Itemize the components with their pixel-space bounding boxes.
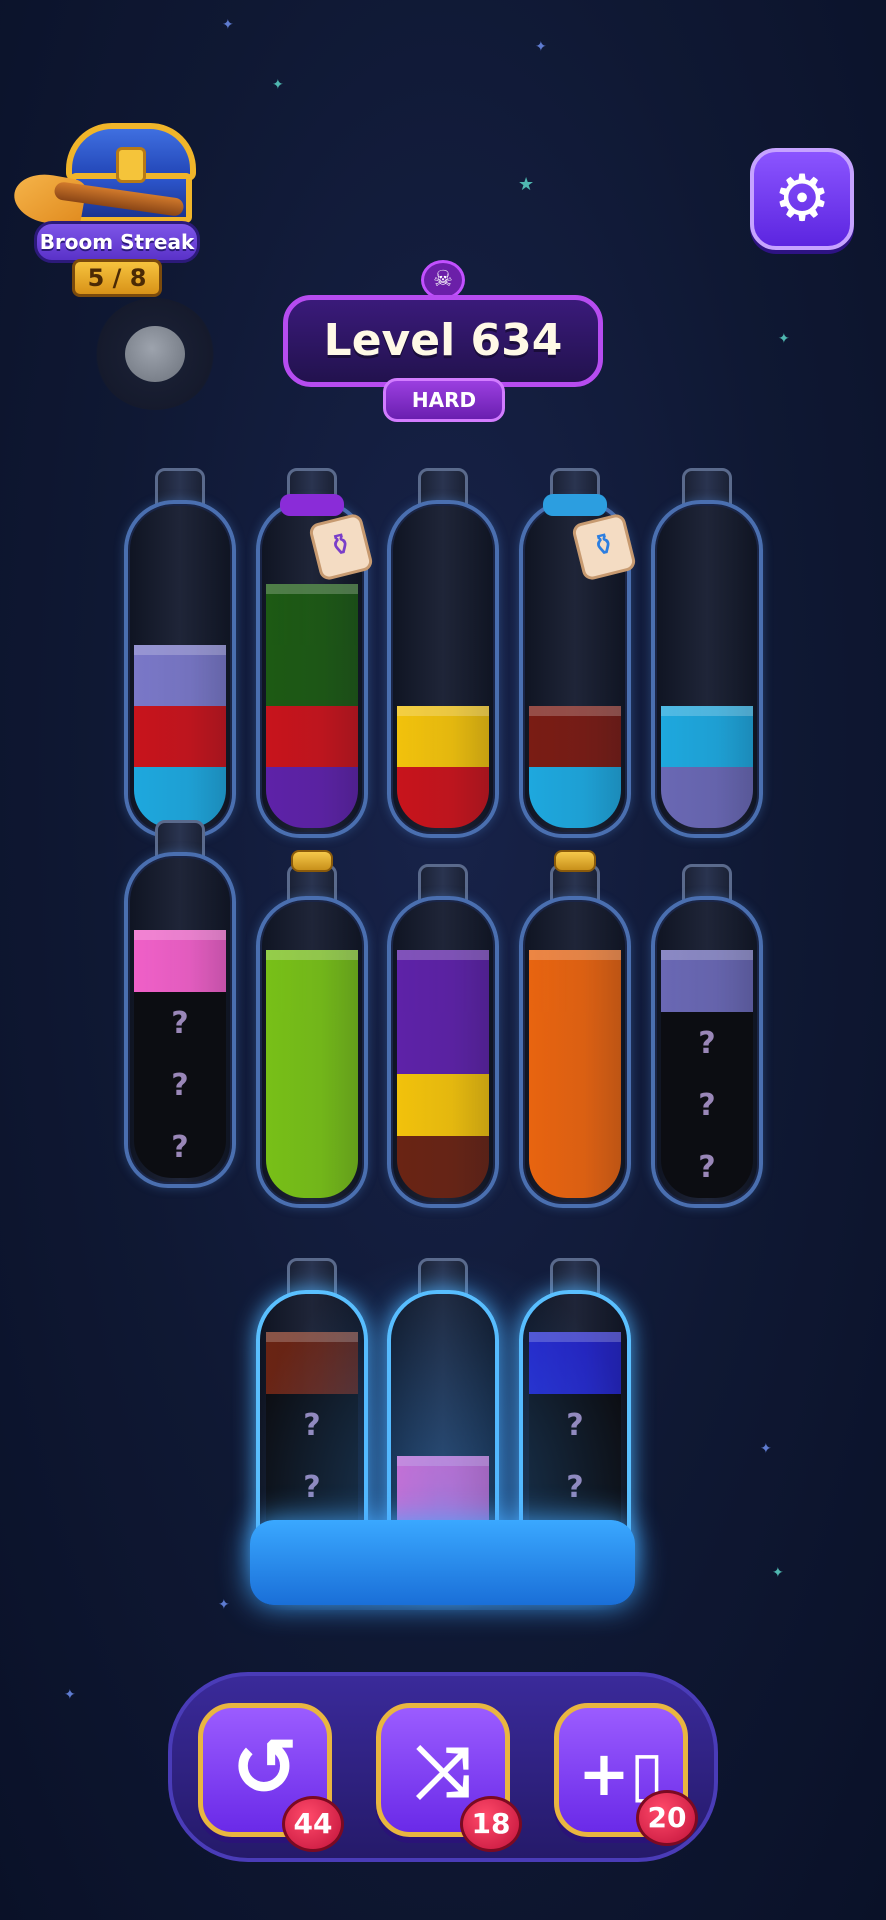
- liquid-layer: [661, 950, 753, 1012]
- liquid-layer: [266, 1136, 358, 1198]
- tube-body: [387, 500, 499, 838]
- tube-body: [124, 500, 236, 838]
- tube[interactable]: [256, 850, 368, 1208]
- undo-count-badge: 44: [282, 1796, 344, 1852]
- liquid-layer: [266, 645, 358, 706]
- tube-body: ???: [651, 896, 763, 1208]
- star-decoration: ✦: [760, 1441, 772, 1457]
- rope-knot: [280, 494, 344, 516]
- gear-icon: ⚙: [773, 162, 831, 236]
- liquid-layer: [134, 767, 226, 828]
- liquid-layer: [397, 767, 489, 828]
- liquid-stack: [397, 706, 489, 828]
- star-decoration: ✦: [778, 331, 790, 347]
- liquid-layer: [397, 706, 489, 767]
- ice-block: [250, 1520, 635, 1605]
- liquid-layer: [266, 584, 358, 645]
- hidden-liquid-layer: ?: [661, 1012, 753, 1074]
- tube[interactable]: [519, 850, 631, 1208]
- liquid-layer: [397, 1012, 489, 1074]
- difficulty-badge: HARD: [383, 378, 505, 422]
- liquid-layer: [529, 1012, 621, 1074]
- tube[interactable]: ⚱: [519, 468, 638, 838]
- liquid-stack: [266, 950, 358, 1198]
- liquid-layer: [266, 950, 358, 1012]
- hidden-liquid-layer: ?: [661, 1074, 753, 1136]
- liquid-stack: [266, 584, 358, 828]
- tube-body: [387, 896, 499, 1208]
- tube-body: ???: [124, 852, 236, 1188]
- liquid-layer: [529, 767, 621, 828]
- liquid-stack: [529, 950, 621, 1198]
- hidden-liquid-layer: ?: [134, 1054, 226, 1116]
- liquid-stack: [529, 706, 621, 828]
- tube[interactable]: [387, 864, 499, 1208]
- liquid-layer: [397, 1074, 489, 1136]
- star-decoration: ★: [518, 174, 535, 195]
- tube[interactable]: ???: [651, 864, 763, 1208]
- liquid-layer: [397, 950, 489, 1012]
- liquid-layer: [266, 767, 358, 828]
- cork-icon: [291, 850, 333, 872]
- liquid-stack: ???: [134, 930, 226, 1178]
- liquid-stack: [661, 706, 753, 828]
- liquid-layer: [661, 767, 753, 828]
- liquid-layer: [266, 1012, 358, 1074]
- shuffle-count-badge: 18: [460, 1796, 522, 1852]
- liquid-layer: [266, 706, 358, 767]
- liquid-layer: [397, 1136, 489, 1198]
- cork-icon: [554, 850, 596, 872]
- liquid-stack: [134, 645, 226, 828]
- star-decoration: ✦: [64, 1687, 76, 1703]
- liquid-layer: [529, 706, 621, 767]
- liquid-layer: [134, 645, 226, 706]
- level-title: Level 634: [283, 295, 603, 387]
- liquid-layer: [134, 930, 226, 992]
- liquid-layer: [529, 1136, 621, 1198]
- rope-knot: [543, 494, 607, 516]
- game-screen: { "header": { "streak_label": "Broom Str…: [0, 0, 886, 1920]
- tube-body: [256, 896, 368, 1208]
- star-decoration: ✦: [535, 39, 547, 55]
- settings-button[interactable]: ⚙: [750, 148, 854, 250]
- skull-icon: ☠: [421, 260, 465, 300]
- hidden-liquid-layer: ?: [661, 1136, 753, 1198]
- tube[interactable]: ⚱: [256, 468, 375, 838]
- grey-circle-button[interactable]: [95, 298, 215, 410]
- tube[interactable]: [124, 468, 236, 838]
- tube-body: [651, 500, 763, 838]
- streak-progress: 5 / 8: [72, 259, 162, 297]
- star-decoration: ✦: [772, 1565, 784, 1581]
- tube-body: [519, 896, 631, 1208]
- undo-icon: ↺: [231, 1721, 299, 1814]
- tube[interactable]: ???: [124, 820, 236, 1188]
- shuffle-icon: ⤨: [415, 1730, 471, 1812]
- tube[interactable]: [387, 468, 499, 838]
- liquid-layer: [266, 1074, 358, 1136]
- star-decoration: ✦: [218, 1597, 230, 1613]
- liquid-stack: [397, 950, 489, 1198]
- liquid-layer: [661, 706, 753, 767]
- star-decoration: ✦: [222, 17, 234, 33]
- liquid-layer: [529, 950, 621, 1012]
- tube[interactable]: [651, 468, 763, 838]
- star-decoration: ✦: [272, 77, 284, 93]
- broom-streak-widget[interactable]: Broom Streak 5 / 8: [10, 115, 214, 305]
- liquid-layer: [529, 1074, 621, 1136]
- liquid-layer: [134, 706, 226, 767]
- hidden-liquid-layer: ?: [134, 1116, 226, 1178]
- liquid-stack: ???: [661, 950, 753, 1198]
- add-tube-count-badge: 20: [636, 1790, 698, 1846]
- streak-label: Broom Streak: [34, 221, 200, 263]
- hidden-liquid-layer: ?: [134, 992, 226, 1054]
